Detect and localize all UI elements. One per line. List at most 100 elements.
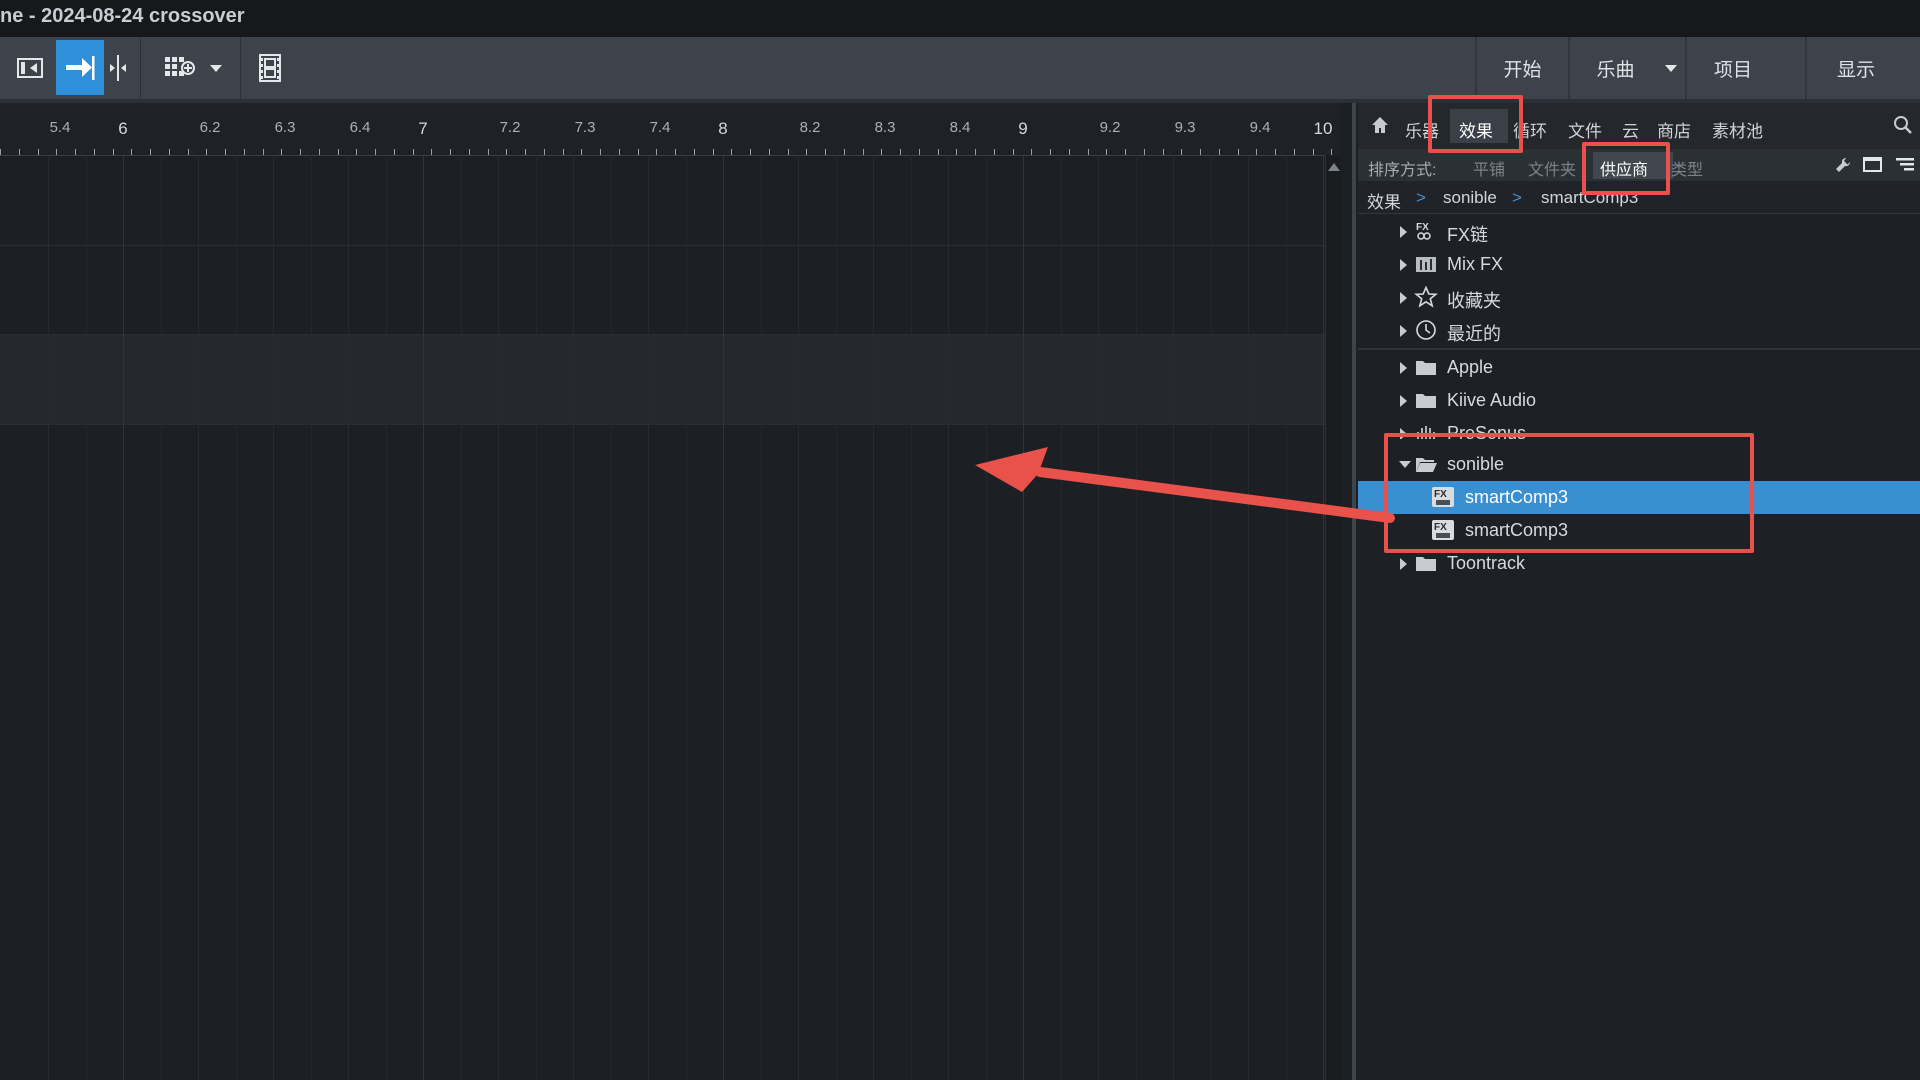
tab-pool[interactable]: 素材池 <box>1712 117 1763 142</box>
tree-item-label: Apple <box>1447 357 1494 377</box>
sort-label: 排序方式: <box>1368 162 1437 179</box>
tree-item-label: Toontrack <box>1447 553 1526 573</box>
tab-shop[interactable]: 商店 <box>1657 117 1691 142</box>
grid-subline <box>460 155 462 1080</box>
list-view-icon[interactable] <box>1895 156 1915 179</box>
clock-icon <box>1416 320 1436 340</box>
tab-song[interactable]: 乐曲 <box>1568 37 1661 99</box>
window-view-icon[interactable] <box>1863 156 1883 179</box>
folder-icon <box>1416 557 1436 571</box>
expand-arrow-icon[interactable] <box>1400 226 1407 238</box>
expand-arrow-icon[interactable] <box>1400 558 1407 570</box>
ruler-label: 9.4 <box>1249 119 1271 136</box>
expand-arrow-icon[interactable] <box>1400 362 1407 374</box>
grid-line <box>1323 155 1324 1080</box>
sonible-plugin-highlight <box>1384 433 1754 553</box>
autoscroll-arrow-icon[interactable] <box>56 40 104 95</box>
sort-type-option[interactable]: 类型 <box>1671 156 1703 180</box>
video-filmstrip-icon[interactable] <box>252 40 288 95</box>
ruler-label: 10 <box>1313 119 1333 138</box>
grid-subline <box>1135 155 1137 1080</box>
expand-arrow-icon[interactable] <box>1400 259 1407 271</box>
grid-subline <box>985 155 987 1080</box>
ruler-label: 6.2 <box>199 119 221 136</box>
effects-tab-highlight <box>1428 95 1523 153</box>
panel-divider[interactable] <box>1352 103 1356 1080</box>
tab-cloud[interactable]: 云 <box>1622 117 1639 142</box>
grid-line <box>348 155 349 1080</box>
tree-item-kiive-audio[interactable]: Kiive Audio <box>1358 384 1920 417</box>
expand-arrow-icon[interactable] <box>1400 395 1407 407</box>
mix-fx-icon <box>1416 257 1436 272</box>
track-grid[interactable] <box>0 155 1325 1080</box>
tab-files[interactable]: 文件 <box>1568 117 1602 142</box>
browser-panel: 乐器 效果 循环 文件 云 商店 素材池 排序方式: 平铺 文件夹 供应商 类型… <box>1358 103 1920 1080</box>
grid-line <box>798 155 799 1080</box>
tree-item-label: Kiive Audio <box>1447 390 1537 410</box>
grid-subline <box>535 155 537 1080</box>
sort-folder-option[interactable]: 文件夹 <box>1528 156 1576 180</box>
tree-item-mix-fx[interactable]: Mix FX <box>1358 248 1920 281</box>
grid-subline <box>835 155 837 1080</box>
grid-line <box>123 155 124 1080</box>
ruler-label: 6.4 <box>349 119 371 136</box>
grid-subline <box>310 155 312 1080</box>
ruler-label: 8 <box>718 119 728 138</box>
grid-subline <box>685 155 687 1080</box>
tree-item-fx-chain[interactable]: FX FX链 <box>1358 215 1920 248</box>
home-icon[interactable] <box>1370 115 1390 140</box>
ruler-label: 7.2 <box>499 119 521 136</box>
song-dropdown-chevron-icon[interactable] <box>1659 37 1683 99</box>
breadcrumb-sonible[interactable]: sonible <box>1443 188 1497 208</box>
sort-flat-option[interactable]: 平铺 <box>1473 156 1505 180</box>
snap-grid-icon[interactable] <box>160 40 200 95</box>
tree-item-favorites[interactable]: 收藏夹 <box>1358 281 1920 314</box>
grid-subline <box>1285 155 1287 1080</box>
title-bar: ne - 2024-08-24 crossover <box>0 0 1920 37</box>
grid-line <box>198 155 199 1080</box>
grid-subline <box>235 155 237 1080</box>
wrench-icon[interactable] <box>1834 156 1852 179</box>
ruler-label: 7 <box>418 119 428 138</box>
breadcrumb-separator: > <box>1512 188 1522 207</box>
star-icon <box>1414 286 1438 308</box>
ruler-label: 7.3 <box>574 119 596 136</box>
grid-line <box>1248 155 1249 1080</box>
ruler-label: 9.3 <box>1174 119 1196 136</box>
grid-line <box>423 155 424 1080</box>
grid-subline <box>760 155 762 1080</box>
snap-dropdown-chevron-icon[interactable] <box>204 40 228 95</box>
vertical-scrollbar[interactable] <box>1325 155 1341 1080</box>
arrange-view[interactable]: 5.4 6 6.2 6.3 6.4 7 7.2 7.3 7.4 8 8.2 8.3 8.4 9 9.2 9.3… <box>0 103 1341 1080</box>
ruler-label: 6.3 <box>274 119 296 136</box>
ruler-label: 8.4 <box>949 119 971 136</box>
timeline-ruler[interactable]: 5.4 6 6.2 6.3 6.4 7 7.2 7.3 7.4 8 8.2 8.3 8.4 9 9.2 9.3… <box>0 103 1340 156</box>
search-icon[interactable] <box>1893 115 1913 140</box>
grid-subline <box>910 155 912 1080</box>
breadcrumb-effects[interactable]: 效果 <box>1367 188 1401 213</box>
grid-subline <box>1210 155 1212 1080</box>
tree-item-apple[interactable]: Apple <box>1358 351 1920 384</box>
grid-line <box>948 155 949 1080</box>
tab-project[interactable]: 项目 <box>1685 37 1779 99</box>
tab-show[interactable]: 显示 <box>1805 37 1905 99</box>
scroll-up-arrow-icon[interactable] <box>1328 163 1340 171</box>
grid-line <box>1173 155 1174 1080</box>
grid-line <box>1098 155 1099 1080</box>
breadcrumb-separator: > <box>1416 188 1426 207</box>
vendor-sort-highlight <box>1582 142 1670 195</box>
tab-start[interactable]: 开始 <box>1475 37 1568 99</box>
grid-line <box>273 155 274 1080</box>
split-cursor-icon[interactable] <box>106 40 130 95</box>
expand-arrow-icon[interactable] <box>1400 325 1407 337</box>
expand-arrow-icon[interactable] <box>1400 292 1407 304</box>
grid-line <box>873 155 874 1080</box>
grid-line <box>573 155 574 1080</box>
tree-item-recent[interactable]: 最近的 <box>1358 314 1920 347</box>
ruler-label: 8.2 <box>799 119 821 136</box>
folder-icon <box>1416 394 1436 408</box>
grid-line <box>648 155 649 1080</box>
grid-subline <box>385 155 387 1080</box>
left-zone-icon[interactable] <box>10 40 50 95</box>
folder-icon <box>1416 361 1436 375</box>
